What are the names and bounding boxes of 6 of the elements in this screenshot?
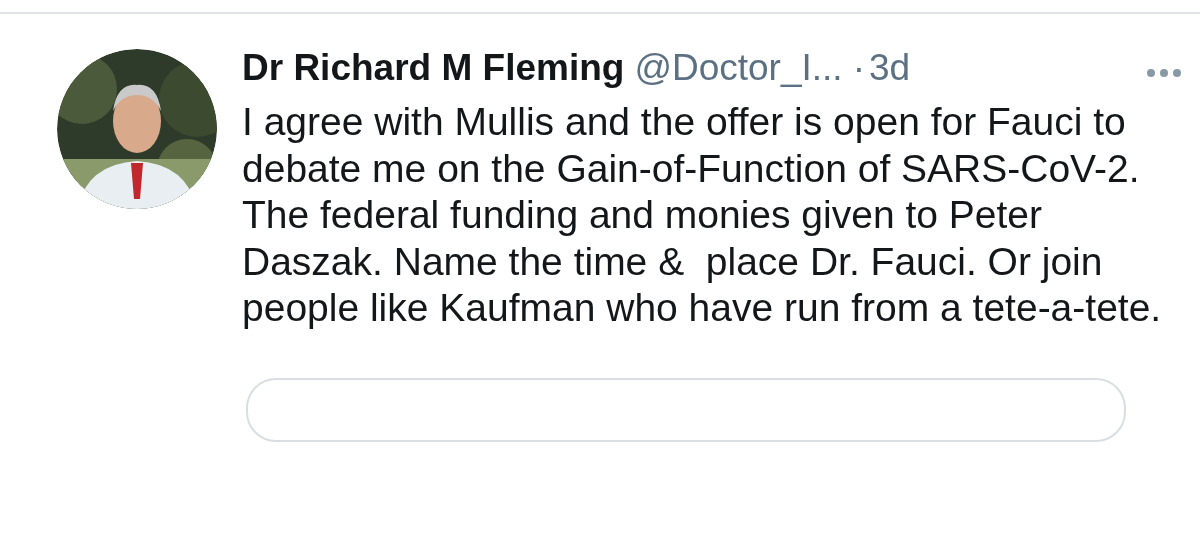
- timestamp[interactable]: 3d: [868, 47, 911, 89]
- more-icon[interactable]: [1146, 68, 1182, 78]
- separator: ·: [852, 47, 865, 89]
- author-handle[interactable]: @Doctor_I...: [634, 47, 843, 89]
- author-name[interactable]: Dr Richard M Fleming: [242, 47, 625, 89]
- tweet-text: I agree with Mullis and the offer is open for Fauci to debate me on the Gain-of-Function of SARS-CoV-2. The federal funding and monies given to Peter Daszak. Name the time & place Dr. Fauci. Or join people like Kaufman who have run from a tete-a-tete.: [242, 99, 1162, 331]
